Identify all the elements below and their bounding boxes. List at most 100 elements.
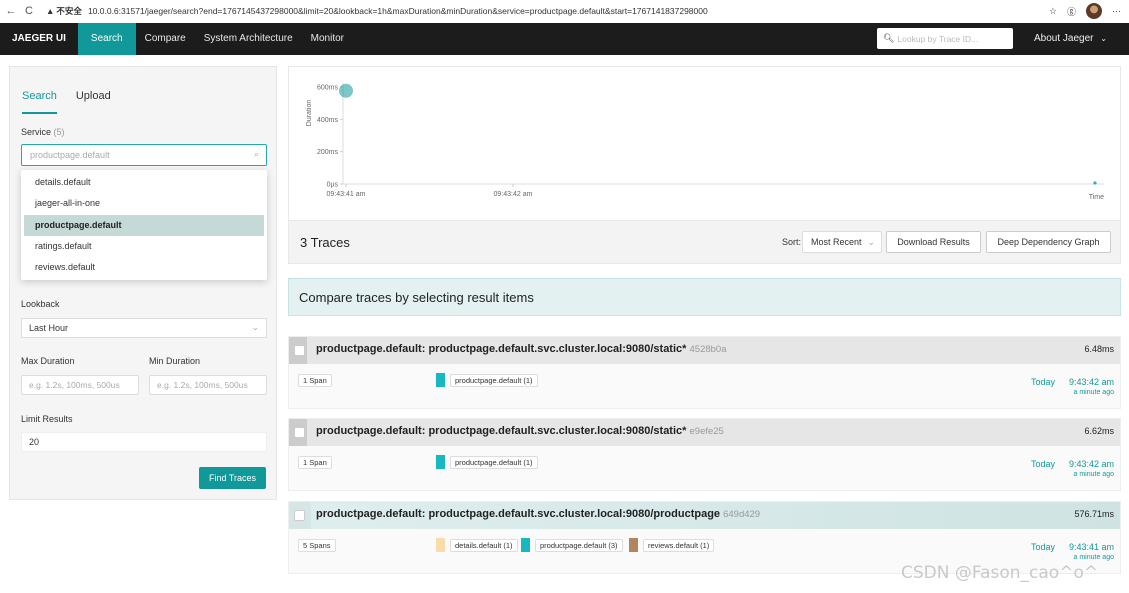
lookback-select[interactable]: Last Hour ⌄ <box>21 318 267 338</box>
warning-icon: ▲ <box>46 6 55 16</box>
avatar[interactable] <box>1086 3 1102 19</box>
sort-value: Most Recent <box>811 237 862 247</box>
min-duration-input[interactable]: e.g. 1.2s, 100ms, 500us <box>149 375 267 395</box>
trace-id: e9efe25 <box>689 426 724 437</box>
min-duration-label: Min Duration <box>149 356 201 366</box>
brand-logo[interactable]: JAEGER UI <box>0 23 78 55</box>
service-color-swatch <box>436 538 445 552</box>
insecure-badge[interactable]: ▲ 不安全 <box>46 5 82 17</box>
lookup-placeholder: Lookup by Trace ID... <box>897 33 979 44</box>
insecure-label: 不安全 <box>56 6 82 16</box>
service-color-swatch <box>629 538 638 552</box>
tab-upload[interactable]: Upload <box>76 90 111 114</box>
trace-header: productpage.default: productpage.default… <box>289 337 1120 364</box>
service-tag: reviews.default (1) <box>629 538 715 552</box>
span-count-badge: 1 Span <box>298 456 332 469</box>
service-tag-label: productpage.default (1) <box>450 373 538 387</box>
service-tag-label: productpage.default (1) <box>450 455 538 469</box>
span-count-badge: 5 Spans <box>298 539 336 552</box>
trace-time: 9:43:41 am <box>1068 542 1114 552</box>
service-tag: details.default (1) <box>436 538 518 552</box>
chart-point <box>1093 181 1097 185</box>
trace-time: 9:43:42 am <box>1068 377 1114 387</box>
service-option[interactable]: jaeger-all-in-one <box>24 193 264 214</box>
sort-select[interactable]: Most Recent ⌄ <box>802 231 882 253</box>
reload-icon[interactable]: C <box>22 5 36 17</box>
limit-results-input[interactable]: 20 <box>21 432 267 452</box>
max-duration-label: Max Duration <box>21 356 75 366</box>
deep-dependency-graph-button[interactable]: Deep Dependency Graph <box>986 231 1111 253</box>
trace-header: productpage.default: productpage.default… <box>289 419 1120 446</box>
trace-relative-time: a minute ago <box>1073 389 1114 396</box>
trace-name: productpage.default: productpage.default… <box>316 343 687 355</box>
trace-duration: 576.71ms <box>1074 509 1114 519</box>
results-header: 3 Traces Sort: Most Recent ⌄ Download Re… <box>288 221 1121 264</box>
compare-checkbox[interactable] <box>294 510 305 521</box>
chart-y-tick-label: 0µs <box>327 182 339 189</box>
trace-result-card[interactable]: productpage.default: productpage.default… <box>288 418 1121 491</box>
limit-value: 20 <box>29 437 40 447</box>
trace-day: Today <box>1031 542 1056 552</box>
service-value: productpage.default <box>30 150 110 160</box>
lookback-value: Last Hour <box>29 323 69 333</box>
trace-relative-time: a minute ago <box>1073 471 1114 478</box>
nav-monitor[interactable]: Monitor <box>302 23 353 55</box>
chart-y-tick-label: 400ms <box>317 117 339 124</box>
top-nav: JAEGER UI Search Compare System Architec… <box>0 23 1129 55</box>
compare-checkbox[interactable] <box>294 345 305 356</box>
sort-label: Sort: <box>782 237 802 247</box>
chart-y-label: Duration <box>306 100 313 127</box>
service-tag-label: details.default (1) <box>450 538 518 552</box>
watermark: CSDN @Fason_cao^o^ <box>901 563 1099 583</box>
trace-time: 9:43:42 am <box>1068 459 1114 469</box>
trace-title[interactable]: productpage.default: productpage.default… <box>316 425 724 437</box>
chevron-down-icon: ⌄ <box>251 322 259 332</box>
chart-y-tick-label: 600ms <box>317 85 339 92</box>
service-label: Service (5) <box>21 127 65 137</box>
service-label-text: Service <box>21 127 52 137</box>
download-results-button[interactable]: Download Results <box>886 231 981 253</box>
compare-banner: Compare traces by selecting result items <box>288 278 1121 316</box>
trace-header: productpage.default: productpage.default… <box>289 502 1120 529</box>
min-duration-placeholder: e.g. 1.2s, 100ms, 500us <box>157 380 248 390</box>
trace-result-card[interactable]: productpage.default: productpage.default… <box>288 336 1121 409</box>
service-color-swatch <box>521 538 530 552</box>
back-arrow-icon[interactable]: ← <box>4 5 18 17</box>
nav-search[interactable]: Search <box>77 23 136 55</box>
chevron-down-icon: ⌄ <box>1100 34 1107 43</box>
service-option-selected[interactable]: productpage.default <box>24 214 264 236</box>
tab-search[interactable]: Search <box>22 90 57 114</box>
find-traces-button[interactable]: Find Traces <box>199 467 266 489</box>
service-color-swatch <box>436 373 445 387</box>
compare-checkbox[interactable] <box>294 427 305 438</box>
nav-system-architecture[interactable]: System Architecture <box>195 23 302 55</box>
service-tag-label: reviews.default (1) <box>643 538 715 552</box>
trace-day: Today <box>1031 377 1056 387</box>
max-duration-input[interactable]: e.g. 1.2s, 100ms, 500us <box>21 375 139 395</box>
extension-icon[interactable]: ⓖ <box>1067 5 1076 18</box>
star-icon[interactable]: ☆ <box>1049 6 1057 17</box>
service-count: (5) <box>53 127 65 137</box>
browser-actions: ☆ ⓖ ··· <box>1049 3 1121 19</box>
service-tag-label: productpage.default (3) <box>535 538 623 552</box>
trace-relative-time: a minute ago <box>1073 554 1114 561</box>
service-dropdown: details.default jaeger-all-in-one produc… <box>21 170 267 280</box>
service-option[interactable]: details.default <box>24 172 264 193</box>
trace-title[interactable]: productpage.default: productpage.default… <box>316 343 726 355</box>
duration-scatter-chart: Duration Time 600ms 400ms 200ms 0µs 09:43:41… <box>288 66 1121 221</box>
nav-compare[interactable]: Compare <box>136 23 195 55</box>
search-panel: Search Upload Service (5) productpage.de… <box>9 66 277 500</box>
span-count-badge: 1 Span <box>298 374 332 387</box>
service-select[interactable]: productpage.default ⌕ <box>21 144 267 166</box>
more-icon[interactable]: ··· <box>1112 6 1121 16</box>
service-option[interactable]: ratings.default <box>24 236 264 257</box>
traces-count-title: 3 Traces <box>300 235 350 250</box>
trace-id: 4528b0a <box>689 344 727 355</box>
address-bar[interactable]: 10.0.0.6:31571/jaeger/search?end=1767145… <box>88 6 708 16</box>
trace-id-lookup-input[interactable]: 🔍︎ Lookup by Trace ID... <box>877 28 1013 49</box>
service-option[interactable]: reviews.default <box>24 257 264 278</box>
trace-title[interactable]: productpage.default: productpage.default… <box>316 508 760 520</box>
lookback-label: Lookback <box>21 299 60 309</box>
service-tag: productpage.default (1) <box>436 373 538 387</box>
about-jaeger-menu[interactable]: About Jaeger ⌄ <box>1034 23 1107 55</box>
